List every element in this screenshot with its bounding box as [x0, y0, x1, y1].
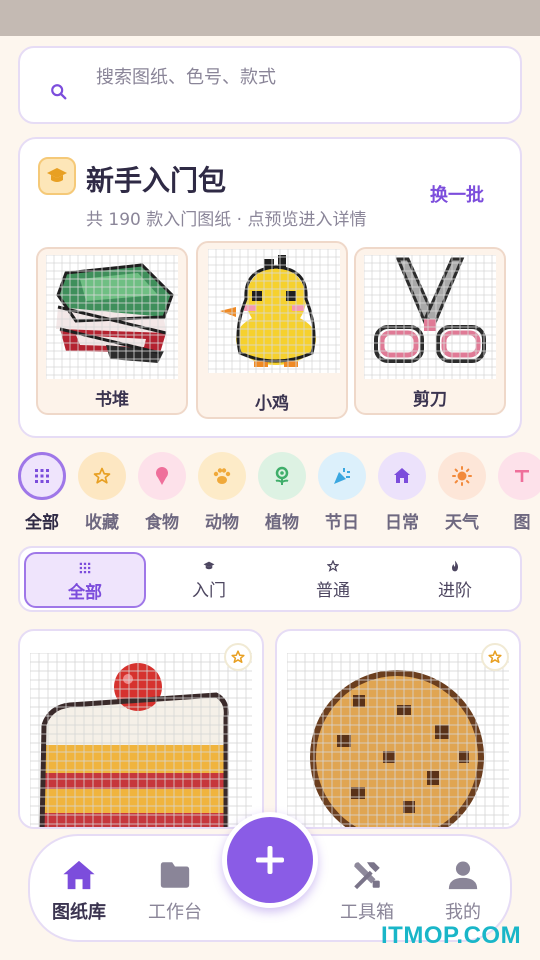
category-label: 图 — [513, 513, 531, 533]
star-icon — [93, 467, 111, 484]
starter-item-chick[interactable]: 小鸡 — [196, 241, 348, 419]
nav-profile[interactable]: 我的 — [418, 858, 508, 924]
pattern-card-cake[interactable] — [18, 629, 264, 829]
category-all[interactable]: 全部 — [12, 452, 72, 533]
refresh-button[interactable]: 换一批 — [430, 181, 484, 207]
search-icon — [51, 84, 67, 100]
status-bar — [0, 0, 540, 36]
folder-icon — [160, 862, 190, 888]
star-icon — [231, 650, 245, 664]
starter-subtitle: 共 190 款入门图纸 · 点预览进入详情 — [86, 210, 367, 230]
tab-label: 进阶 — [438, 581, 472, 601]
nav-toolbox[interactable]: 工具箱 — [322, 858, 412, 924]
difficulty-tabs: 全部 入门 普通 进阶 — [18, 546, 522, 612]
category-label: 日常 — [385, 513, 419, 533]
starter-item-scissors[interactable]: 剪刀 — [354, 247, 506, 415]
pattern-card-cookie[interactable] — [275, 629, 521, 829]
user-icon — [448, 861, 478, 890]
star-icon — [488, 650, 502, 664]
category-label: 食物 — [145, 513, 179, 533]
starter-item-label: 剪刀 — [413, 390, 447, 410]
book-stack-icon — [46, 255, 178, 379]
starter-item-books[interactable]: 书堆 — [36, 247, 188, 415]
tools-icon — [354, 862, 380, 890]
tab-normal[interactable]: 普通 — [272, 552, 394, 608]
ice-cream-icon — [156, 467, 168, 485]
plus-icon — [256, 846, 284, 874]
nav-library[interactable]: 图纸库 — [34, 858, 124, 924]
category-label: 天气 — [445, 513, 479, 533]
tab-all[interactable]: 全部 — [24, 552, 146, 608]
tab-label: 全部 — [68, 583, 102, 603]
nav-label: 图纸库 — [52, 902, 106, 923]
category-weather[interactable]: 天气 — [432, 452, 492, 533]
graduation-cap-icon — [203, 561, 215, 570]
starter-item-label: 书堆 — [95, 390, 129, 410]
paw-icon — [213, 468, 231, 484]
tab-beginner[interactable]: 入门 — [148, 552, 270, 608]
tab-advanced[interactable]: 进阶 — [394, 552, 516, 608]
flower-icon — [275, 466, 289, 485]
create-button[interactable] — [222, 812, 318, 908]
home-icon — [63, 860, 95, 890]
search-placeholder: 搜索图纸、色号、款式 — [96, 67, 276, 88]
category-label: 节日 — [325, 513, 359, 533]
star-outline-icon — [327, 560, 339, 572]
category-label: 动物 — [205, 513, 239, 533]
text-icon — [515, 470, 529, 482]
favorite-button[interactable] — [224, 643, 252, 671]
category-favorites[interactable]: 收藏 — [72, 452, 132, 533]
nav-label: 我的 — [445, 902, 481, 923]
nav-label: 工具箱 — [340, 902, 394, 923]
category-row: 全部 收藏 食物 动物 植物 节日 日常 天气 图 — [0, 452, 540, 538]
nav-workbench[interactable]: 工作台 — [130, 858, 220, 924]
party-popper-icon — [334, 468, 350, 484]
grid-icon — [35, 469, 49, 483]
category-daily[interactable]: 日常 — [372, 452, 432, 533]
flame-icon — [452, 560, 459, 572]
category-label: 收藏 — [85, 513, 119, 533]
watermark: ITMOP.COM — [381, 922, 522, 949]
category-festivals[interactable]: 节日 — [312, 452, 372, 533]
starter-pack-card: 新手入门包 共 190 款入门图纸 · 点预览进入详情 换一批 书堆 小鸡 剪刀 — [18, 137, 522, 438]
home-icon — [394, 468, 410, 483]
category-text[interactable]: 图 — [492, 452, 540, 533]
favorite-button[interactable] — [481, 643, 509, 671]
graduation-cap-icon — [38, 157, 76, 195]
category-animals[interactable]: 动物 — [192, 452, 252, 533]
scissors-icon — [364, 255, 496, 379]
search-input[interactable]: 搜索图纸、色号、款式 — [18, 46, 522, 124]
category-label: 植物 — [265, 513, 299, 533]
nav-label: 工作台 — [148, 902, 202, 923]
cookie-art-icon — [287, 653, 509, 827]
cake-art-icon — [30, 653, 252, 827]
starter-title: 新手入门包 — [86, 164, 227, 197]
category-plants[interactable]: 植物 — [252, 452, 312, 533]
starter-item-label: 小鸡 — [255, 394, 289, 414]
tab-label: 普通 — [316, 581, 350, 601]
sun-icon — [452, 466, 472, 486]
chick-icon — [208, 249, 340, 373]
category-label: 全部 — [25, 513, 59, 533]
tab-label: 入门 — [192, 581, 226, 601]
grid-icon — [79, 562, 91, 574]
category-food[interactable]: 食物 — [132, 452, 192, 533]
